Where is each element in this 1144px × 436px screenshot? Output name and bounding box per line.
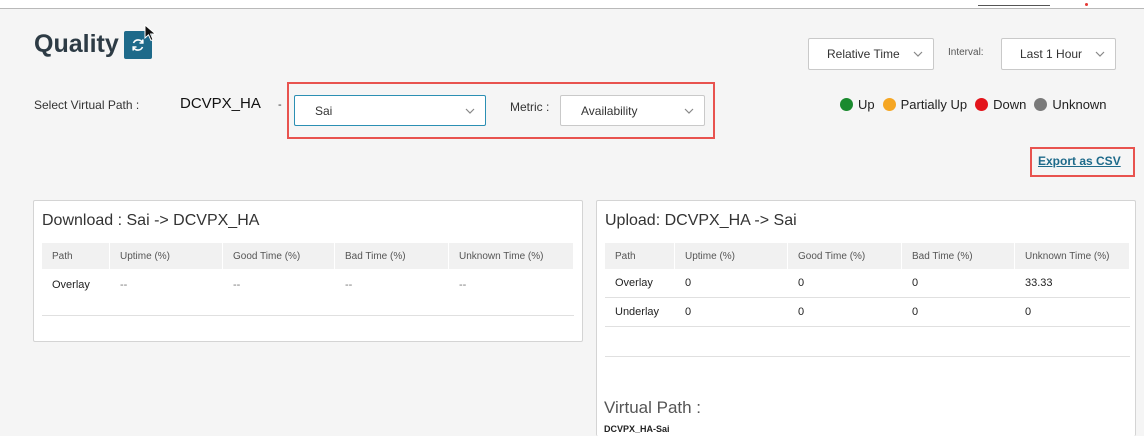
column-header: Uptime (%) [110,243,223,269]
column-header: Unknown Time (%) [1015,243,1130,269]
relative-time-value: Relative Time [827,47,900,61]
interval-dropdown[interactable]: Last 1 Hour [1001,38,1116,70]
status-legend: Up Partially Up Down Unknown [840,97,1107,112]
top-bar-indicator [1085,3,1088,6]
column-header: Unknown Time (%) [449,243,574,269]
column-header: Bad Time (%) [335,243,449,269]
table-row: Overlay 0 0 0 33.33 [605,269,1130,298]
table-cell: 0 [798,277,805,289]
metric-label: Metric : [510,100,550,114]
legend-label-partially-up: Partially Up [900,97,968,112]
column-header: Uptime (%) [675,243,788,269]
download-panel: Download : Sai -> DCVPX_HA Path Uptime (… [33,200,583,342]
table-header: Path Uptime (%) Good Time (%) Bad Time (… [605,243,1130,269]
table-cell: -- [120,279,128,291]
download-panel-title: Download : Sai -> DCVPX_HA [42,212,260,229]
table-row: Overlay -- -- -- -- [42,269,574,303]
column-header: Path [42,243,110,269]
interval-label: Interval: [948,47,984,58]
table-cell: 0 [912,277,919,289]
top-bar [0,0,1144,9]
download-table: Path Uptime (%) Good Time (%) Bad Time (… [42,243,574,316]
legend-label-unknown: Unknown [1052,97,1107,112]
site-name: DCVPX_HA [180,95,261,112]
table-cell: Overlay [52,279,90,291]
metric-dropdown[interactable]: Availability [560,95,705,126]
table-cell: Underlay [615,306,660,318]
table-cell: -- [345,279,353,291]
mouse-cursor-icon [144,24,157,42]
table-cell: -- [233,279,241,291]
legend-dot-partially-up [882,98,896,111]
table-cell: 0 [1025,306,1032,318]
legend-item-up: Up [840,97,875,112]
site-separator: - [278,99,282,111]
legend-dot-down [975,98,989,111]
column-header: Path [605,243,675,269]
virtual-path-name: DCVPX_HA-Sai [604,424,670,434]
table-divider [42,315,574,316]
export-csv-link[interactable]: Export as CSV [1038,154,1121,168]
legend-item-unknown: Unknown [1034,97,1107,112]
table-cell: 33.33 [1025,277,1053,289]
legend-label-down: Down [993,97,1027,112]
chevron-down-icon [684,108,694,114]
column-header: Good Time (%) [223,243,335,269]
page-title: Quality [34,30,119,58]
legend-item-down: Down [975,97,1026,112]
relative-time-dropdown[interactable]: Relative Time [808,38,934,70]
chevron-down-icon [913,51,923,57]
legend-dot-unknown [1034,98,1048,111]
table-cell: 0 [798,306,805,318]
table-row: Underlay 0 0 0 0 [605,298,1130,327]
table-cell: 0 [685,306,692,318]
table-divider [605,356,1130,357]
column-header: Bad Time (%) [902,243,1015,269]
interval-value: Last 1 Hour [1020,47,1083,61]
virtual-path-value: Sai [315,103,333,118]
column-header: Good Time (%) [788,243,902,269]
virtual-path-label: Select Virtual Path : [34,98,140,112]
chevron-down-icon [465,108,475,114]
table-cell: 0 [912,306,919,318]
table-cell: -- [459,279,467,291]
chevron-down-icon [1095,51,1105,57]
upload-panel-title: Upload: DCVPX_HA -> Sai [605,212,797,229]
top-bar-underline [978,5,1050,6]
virtual-path-heading: Virtual Path : [604,398,702,417]
virtual-path-dropdown[interactable]: Sai [294,95,486,126]
upload-table: Path Uptime (%) Good Time (%) Bad Time (… [605,243,1130,357]
table-header: Path Uptime (%) Good Time (%) Bad Time (… [42,243,574,269]
legend-dot-up [840,98,853,111]
legend-item-partially-up: Partially Up [882,97,968,112]
table-cell: 0 [685,277,692,289]
table-cell: Overlay [615,277,653,289]
metric-value: Availability [581,103,638,118]
legend-label-up: Up [858,97,875,112]
